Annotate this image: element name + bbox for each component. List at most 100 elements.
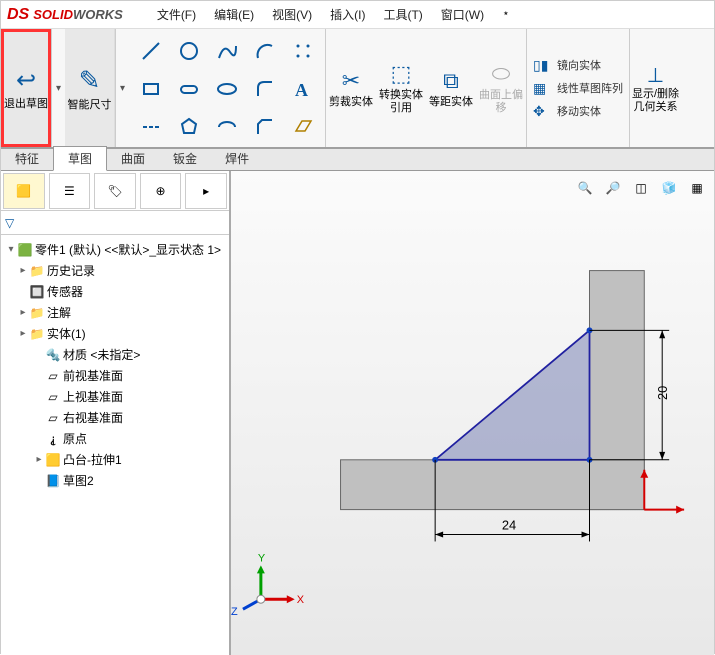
tree-item[interactable]: ▱上视基准面: [5, 386, 225, 407]
feature-manager-panel: 🟨 ☰ 🏷 ⊕ ▸ ▽ ▾ 🟩 零件1 (默认) <<默认>_显示状态 1> ▸…: [1, 171, 231, 655]
tree-item-label: 传感器: [47, 283, 83, 300]
point-tool[interactable]: [285, 33, 321, 69]
tree-item[interactable]: ▸🟨凸台-拉伸1: [5, 449, 225, 470]
logo-works: WORKS: [73, 7, 123, 22]
expand-icon[interactable]: ▸: [33, 454, 45, 465]
ellipse-arc-tool[interactable]: [209, 109, 245, 145]
tree-item-label: 草图2: [63, 472, 94, 489]
tree-item[interactable]: 🔩材质 <未指定>: [5, 344, 225, 365]
chamfer-tool[interactable]: [247, 109, 283, 145]
menu-file[interactable]: 文件(F): [153, 4, 200, 25]
exit-sketch-button[interactable]: ↩ 退出草图: [1, 29, 51, 147]
tree-item-label: 前视基准面: [63, 367, 123, 384]
expand-icon[interactable]: ▸: [17, 307, 29, 318]
menu-tools[interactable]: 工具(T): [379, 4, 426, 25]
exit-sketch-icon: ↩: [16, 66, 36, 95]
menu-insert[interactable]: 插入(I): [326, 4, 369, 25]
tab-sketch[interactable]: 草图: [53, 146, 107, 171]
main-area: 🟨 ☰ 🏷 ⊕ ▸ ▽ ▾ 🟩 零件1 (默认) <<默认>_显示状态 1> ▸…: [1, 171, 714, 655]
tree-item[interactable]: ▸📁历史记录: [5, 260, 225, 281]
panel-tab-dimxpert[interactable]: ⊕: [140, 173, 182, 209]
graphics-viewport[interactable]: 🔍 🔎 ◫ 🧊 ▦ 24: [231, 171, 714, 655]
tree-item[interactable]: ▱前视基准面: [5, 365, 225, 386]
move-label: 移动实体: [557, 103, 601, 119]
smart-dimension-button[interactable]: ✎ 智能尺寸: [65, 29, 115, 147]
display-relations-icon: ⊥: [647, 63, 664, 88]
display-relations-button[interactable]: ⊥ 显示/删除几何关系: [629, 29, 681, 147]
centerline-tool[interactable]: [133, 109, 169, 145]
tree-item[interactable]: ▱右视基准面: [5, 407, 225, 428]
menu-more-icon[interactable]: ⋆: [498, 4, 514, 25]
tree-item[interactable]: ▸📁实体(1): [5, 323, 225, 344]
expand-icon[interactable]: ▸: [17, 328, 29, 339]
triad-y-label: Y: [258, 552, 266, 564]
ribbon: ↩ 退出草图 ▾ ✎ 智能尺寸 ▾ A ✂ 剪裁实体 ⬚ 转换实体引用: [1, 29, 714, 149]
filter-icon[interactable]: ▽: [5, 216, 14, 230]
offset-button[interactable]: ⧉ 等距实体: [426, 29, 476, 147]
tree-item-label: 原点: [63, 430, 87, 447]
mirror-button[interactable]: ▯▮镜向实体: [533, 57, 623, 74]
tree-root[interactable]: ▾ 🟩 零件1 (默认) <<默认>_显示状态 1>: [5, 239, 225, 260]
tree-item-icon: 📁: [29, 327, 45, 341]
exit-sketch-dropdown[interactable]: ▾: [51, 29, 65, 147]
tab-weldments[interactable]: 焊件: [211, 147, 263, 170]
spline-tool[interactable]: [209, 33, 245, 69]
ellipse-tool[interactable]: [209, 71, 245, 107]
circle-tool[interactable]: [171, 33, 207, 69]
triad-z-label: Z: [231, 606, 238, 618]
tree-item[interactable]: 📘草图2: [5, 470, 225, 491]
convert-button[interactable]: ⬚ 转换实体引用: [376, 29, 426, 147]
tree-item-icon: 📁: [29, 306, 45, 320]
text-tool[interactable]: A: [285, 71, 321, 107]
feature-tree: ▾ 🟩 零件1 (默认) <<默认>_显示状态 1> ▸📁历史记录🔲传感器▸📁注…: [1, 235, 229, 495]
trim-button[interactable]: ✂ 剪裁实体: [326, 29, 376, 147]
tree-item-icon: ▱: [45, 369, 61, 383]
linear-pattern-icon: ▦: [533, 80, 553, 97]
tree-item-icon: 🔲: [29, 285, 45, 299]
surface-offset-icon: ⬭: [492, 61, 511, 87]
title-bar: DS SOLIDWORKS 文件(F) 编辑(E) 视图(V) 插入(I) 工具…: [1, 1, 714, 29]
logo-ds: DS: [7, 6, 29, 24]
panel-tab-more[interactable]: ▸: [185, 173, 227, 209]
panel-tab-config[interactable]: 🏷: [94, 173, 136, 209]
linear-pattern-button[interactable]: ▦线性草图阵列: [533, 80, 623, 97]
panel-tab-property[interactable]: ☰: [49, 173, 91, 209]
dimension-horizontal-value: 24: [502, 518, 516, 533]
slot-tool[interactable]: [171, 71, 207, 107]
menu-window[interactable]: 窗口(W): [437, 4, 488, 25]
transform-group: ▯▮镜向实体 ▦线性草图阵列 ✥移动实体: [526, 29, 629, 147]
tree-item[interactable]: ▸📁注解: [5, 302, 225, 323]
plane-tool[interactable]: [285, 109, 321, 145]
dimxpert-icon: ⊕: [156, 184, 166, 198]
surface-offset-label: 曲面上偏移: [478, 89, 524, 115]
tree-item-label: 右视基准面: [63, 409, 123, 426]
tree-item[interactable]: 🔲传感器: [5, 281, 225, 302]
move-button[interactable]: ✥移动实体: [533, 103, 623, 120]
rectangle-tool[interactable]: [133, 71, 169, 107]
tree-item-label: 实体(1): [47, 325, 86, 342]
tab-sheetmetal[interactable]: 钣金: [159, 147, 211, 170]
menu-view[interactable]: 视图(V): [268, 4, 316, 25]
tree-item-label: 凸台-拉伸1: [63, 451, 122, 468]
tree-item-icon: 📘: [45, 474, 61, 488]
expand-icon[interactable]: ▾: [5, 244, 17, 255]
tree-item[interactable]: ⸘原点: [5, 428, 225, 449]
view-triad[interactable]: X Y Z: [231, 552, 305, 618]
panel-tab-feature-tree[interactable]: 🟨: [3, 173, 45, 209]
fillet-tool[interactable]: [247, 71, 283, 107]
arc-tool[interactable]: [247, 33, 283, 69]
sketch-region[interactable]: [435, 330, 589, 459]
menu-edit[interactable]: 编辑(E): [210, 4, 258, 25]
tree-item-icon: ▱: [45, 411, 61, 425]
property-icon: ☰: [64, 184, 75, 198]
modify-group: ✂ 剪裁实体 ⬚ 转换实体引用 ⧉ 等距实体 ⬭ 曲面上偏移: [326, 29, 526, 147]
expand-icon[interactable]: ▸: [17, 265, 29, 276]
line-tool[interactable]: [133, 33, 169, 69]
polygon-tool[interactable]: [171, 109, 207, 145]
smart-dimension-dropdown[interactable]: ▾: [115, 29, 129, 147]
tab-features[interactable]: 特征: [1, 147, 53, 170]
dimension-vertical-value: 20: [655, 386, 670, 400]
feature-tree-icon: 🟨: [16, 184, 31, 198]
tab-surfaces[interactable]: 曲面: [107, 147, 159, 170]
model-drawing: 24 20 X: [231, 171, 714, 653]
